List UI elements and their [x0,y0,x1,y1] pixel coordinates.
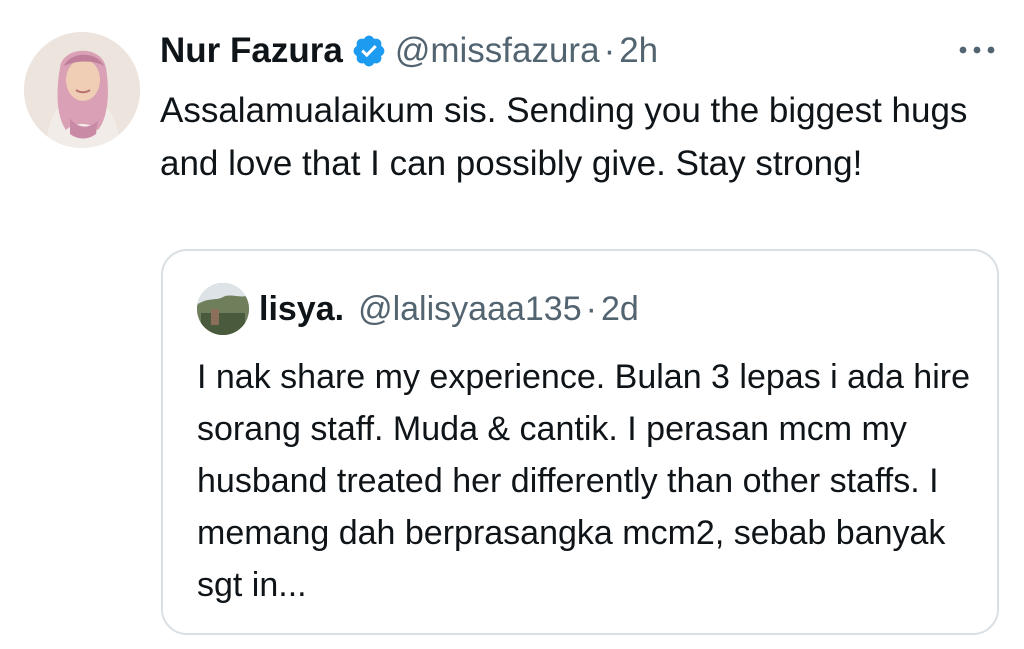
author-avatar[interactable] [24,32,140,148]
quoted-author-handle[interactable]: @lalisyaaa135 [358,290,582,329]
author-handle[interactable]: @missfazura [395,31,600,71]
quoted-tweet-timestamp[interactable]: 2d [601,290,639,329]
quoted-author-display-name[interactable]: lisya. [259,290,344,329]
quoted-tweet-card[interactable]: lisya. @lalisyaaa135 · 2d I nak share my… [161,249,999,635]
separator-dot: · [603,31,616,70]
separator-dot: · [585,289,597,328]
tweet-header: Nur Fazura @missfazura · 2h [160,26,658,76]
tweet-timestamp[interactable]: 2h [619,31,658,71]
quoted-tweet-text: I nak share my experience. Bulan 3 lepas… [197,358,971,604]
quoted-tweet-header: lisya. @lalisyaaa135 · 2d [259,285,639,333]
tweet[interactable]: Nur Fazura @missfazura · 2h Assalamualai… [0,0,1024,649]
author-display-name[interactable]: Nur Fazura [160,31,343,71]
profile-photo-icon [24,32,140,148]
more-horizontal-icon[interactable] [955,40,999,60]
quoted-author-avatar[interactable] [197,283,249,335]
tweet-text: Assalamualaikum sis. Sending you the big… [160,91,968,183]
profile-photo-icon [197,283,249,335]
verified-badge-icon [351,33,387,69]
